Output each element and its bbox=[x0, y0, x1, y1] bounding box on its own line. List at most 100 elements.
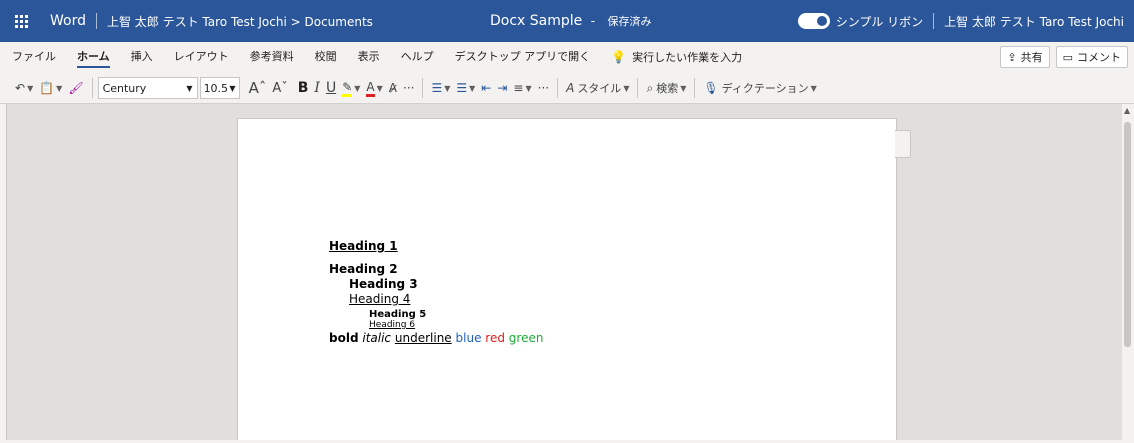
shrink-font-button[interactable]: Aˇ bbox=[269, 76, 290, 100]
underline-button[interactable]: U bbox=[323, 76, 339, 100]
vertical-scrollbar[interactable]: ▲ bbox=[1122, 104, 1134, 440]
title-right-area: シンプル リボン 上智 太郎 テスト Taro Test Jochi bbox=[797, 0, 1124, 42]
font-color-button[interactable]: A ▼ bbox=[363, 76, 385, 100]
font-name-select[interactable]: Century ▼ bbox=[97, 77, 198, 99]
heading-4[interactable]: Heading 4 bbox=[349, 292, 543, 306]
tab-file[interactable]: ファイル bbox=[12, 42, 56, 72]
more-icon: ··· bbox=[403, 81, 415, 95]
tab-open-desktop-app[interactable]: デスクトップ アプリで開く bbox=[455, 42, 591, 72]
find-label: 検索 bbox=[656, 82, 679, 95]
find-button[interactable]: ⌕ 検索 ▼ bbox=[643, 76, 689, 100]
simple-ribbon-toggle[interactable] bbox=[797, 13, 830, 29]
waffle-icon bbox=[14, 14, 28, 28]
lightbulb-icon: 💡 bbox=[611, 50, 627, 64]
tab-insert[interactable]: 挿入 bbox=[131, 42, 153, 72]
styles-label: スタイル bbox=[577, 82, 622, 95]
chevron-down-icon: ▼ bbox=[27, 83, 34, 93]
tab-references[interactable]: 参考資料 bbox=[250, 42, 294, 72]
decrease-indent-icon: ⇤ bbox=[481, 81, 492, 95]
heading-5[interactable]: Heading 5 bbox=[369, 309, 543, 320]
bullets-button[interactable]: ☰ ▼ bbox=[428, 76, 453, 100]
chevron-down-icon: ▼ bbox=[810, 83, 817, 93]
tab-view[interactable]: 表示 bbox=[358, 42, 380, 72]
align-icon: ≡ bbox=[513, 81, 524, 95]
tell-me-search[interactable]: 💡 実行したい作業を入力 bbox=[611, 49, 742, 65]
font-size-select[interactable]: 10.5 ▼ bbox=[199, 77, 240, 99]
share-button[interactable]: ⇪ 共有 bbox=[1000, 46, 1050, 68]
side-tab[interactable] bbox=[895, 130, 911, 158]
styles-button[interactable]: A スタイル ▼ bbox=[563, 76, 632, 100]
grow-font-button[interactable]: Aˆ bbox=[246, 76, 270, 100]
document-title[interactable]: Docx Sample - 保存済み bbox=[490, 13, 652, 29]
heading-3[interactable]: Heading 3 bbox=[349, 277, 543, 291]
heading-2[interactable]: Heading 2 bbox=[329, 262, 543, 276]
numbering-icon: ☰ bbox=[456, 81, 468, 95]
bold-icon: B bbox=[297, 80, 309, 96]
grow-font-icon: Aˆ bbox=[248, 79, 267, 97]
decrease-indent-button[interactable]: ⇤ bbox=[478, 76, 494, 100]
app-name[interactable]: Word bbox=[50, 13, 86, 29]
bullets-icon: ☰ bbox=[431, 81, 443, 95]
toolbar-divider bbox=[694, 78, 696, 98]
scroll-thumb[interactable] bbox=[1124, 122, 1131, 347]
document-canvas[interactable]: Heading 1 Heading 2 Heading 3 Heading 4 … bbox=[6, 104, 1122, 440]
share-area: ⇪ 共有 ▭ コメント bbox=[994, 46, 1128, 68]
comments-button[interactable]: ▭ コメント bbox=[1055, 46, 1128, 68]
paste-button[interactable]: 📋 ▼ bbox=[36, 76, 65, 100]
document-body[interactable]: Heading 1 Heading 2 Heading 3 Heading 4 … bbox=[329, 239, 543, 345]
italic-button[interactable]: I bbox=[311, 76, 323, 100]
app-launcher-button[interactable] bbox=[0, 0, 42, 42]
numbering-button[interactable]: ☰ ▼ bbox=[453, 76, 478, 100]
tab-layout[interactable]: レイアウト bbox=[174, 42, 229, 72]
tab-help[interactable]: ヘルプ bbox=[401, 42, 434, 72]
toolbar-divider bbox=[557, 78, 559, 98]
toolbar-divider bbox=[422, 78, 424, 98]
font-name-value: Century bbox=[102, 81, 147, 95]
title-divider bbox=[95, 13, 97, 29]
user-name[interactable]: 上智 太郎 テスト Taro Test Jochi bbox=[944, 13, 1124, 30]
title-bar: Word 上智 太郎 テスト Taro Test Jochi > Documen… bbox=[0, 0, 1134, 42]
bold-button[interactable]: B bbox=[295, 76, 312, 100]
align-button[interactable]: ≡ ▼ bbox=[510, 76, 534, 100]
simple-ribbon-label: シンプル リボン bbox=[835, 14, 924, 29]
document-page[interactable]: Heading 1 Heading 2 Heading 3 Heading 4 … bbox=[237, 118, 897, 440]
comment-icon: ▭ bbox=[1062, 50, 1073, 64]
italic-icon: I bbox=[314, 80, 320, 96]
chevron-down-icon: ▼ bbox=[469, 83, 476, 93]
chevron-down-icon: ▼ bbox=[623, 83, 630, 93]
breadcrumb[interactable]: 上智 太郎 テスト Taro Test Jochi > Documents bbox=[107, 13, 373, 30]
tab-home[interactable]: ホーム bbox=[77, 42, 110, 72]
scroll-up-icon[interactable]: ▲ bbox=[1124, 106, 1130, 115]
format-painter-icon: 🖌 bbox=[68, 81, 84, 95]
clear-formatting-button[interactable]: A̷ bbox=[386, 76, 400, 100]
red-run: red bbox=[485, 331, 505, 345]
more-font-button[interactable]: ··· bbox=[400, 76, 417, 100]
format-painter-button[interactable]: 🖌 bbox=[65, 76, 86, 100]
toolbar-divider bbox=[91, 78, 93, 98]
highlight-icon: ✎ bbox=[342, 80, 353, 97]
chevron-down-icon: ▼ bbox=[525, 83, 532, 93]
search-icon: ⌕ bbox=[646, 80, 654, 95]
chevron-down-icon: ▼ bbox=[444, 83, 451, 93]
heading-6[interactable]: Heading 6 bbox=[369, 320, 543, 330]
ribbon-tabs: ファイル ホーム 挿入 レイアウト 参考資料 校閲 表示 ヘルプ デスクトップ … bbox=[0, 42, 1134, 72]
more-paragraph-button[interactable]: ··· bbox=[535, 76, 552, 100]
home-toolbar: ↶ ▼ 📋 ▼ 🖌 Century ▼ 10.5 ▼ Aˆ Aˇ B I U ✎ ▼ … bbox=[0, 72, 1134, 104]
chevron-down-icon: ▼ bbox=[354, 83, 361, 93]
undo-button[interactable]: ↶ ▼ bbox=[12, 76, 36, 100]
chevron-down-icon: ▼ bbox=[376, 83, 383, 93]
highlight-button[interactable]: ✎ ▼ bbox=[339, 76, 363, 100]
chevron-down-icon: ▼ bbox=[56, 83, 63, 93]
formatted-runs-paragraph[interactable]: bold italic underline blue red green bbox=[329, 331, 543, 345]
chevron-down-icon: ▼ bbox=[680, 83, 687, 93]
underline-run: underline bbox=[394, 331, 452, 345]
more-icon: ··· bbox=[537, 81, 550, 95]
clear-format-icon: A̷ bbox=[388, 81, 397, 95]
dictate-button[interactable]: 🎙 ディクテーション ▼ bbox=[700, 76, 819, 100]
heading-1[interactable]: Heading 1 bbox=[329, 239, 543, 253]
green-run: green bbox=[508, 331, 544, 345]
tab-review[interactable]: 校閲 bbox=[315, 42, 337, 72]
increase-indent-button[interactable]: ⇥ bbox=[494, 76, 510, 100]
title-divider-right bbox=[933, 13, 935, 29]
chevron-down-icon: ▼ bbox=[229, 83, 236, 93]
